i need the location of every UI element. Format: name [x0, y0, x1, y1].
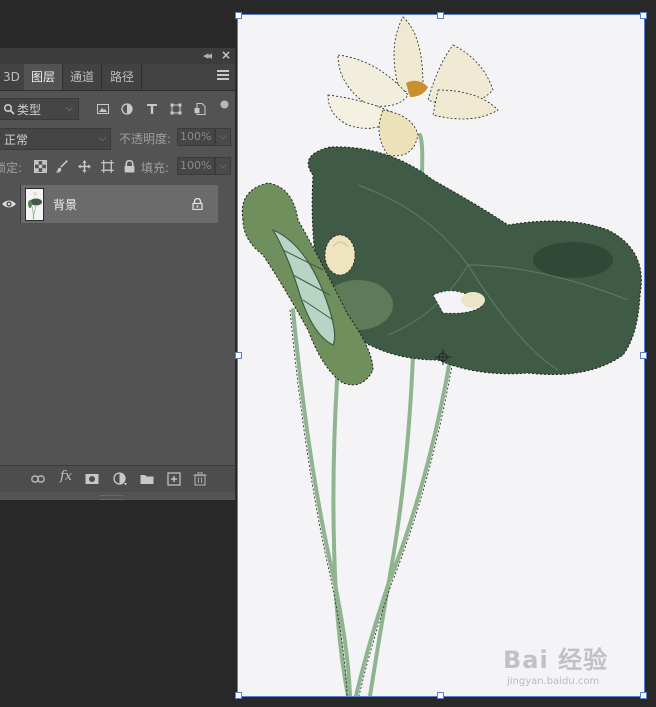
adjustment-layer-filter-icon[interactable]: [121, 103, 133, 115]
transform-handle-bottom-left[interactable]: [235, 692, 242, 699]
add-mask-icon[interactable]: [85, 472, 99, 486]
new-layer-icon[interactable]: [167, 472, 181, 486]
filter-toggle-icon[interactable]: [220, 100, 229, 109]
filter-kind-label: 类型: [17, 103, 42, 117]
lotus-artwork: [241, 16, 642, 696]
folder-icon[interactable]: [140, 472, 154, 486]
hamburger-menu-icon[interactable]: [217, 68, 229, 82]
panel-title-bar: ◂◂ ×: [0, 48, 235, 65]
lock-transparent-pixels-icon[interactable]: [34, 160, 47, 173]
trash-icon[interactable]: [193, 472, 207, 486]
tab-channels[interactable]: 通道: [63, 64, 103, 90]
layer-thumbnail: [25, 188, 44, 221]
blend-mode-value: 正常: [4, 133, 29, 147]
lotus-bud: [324, 234, 356, 276]
visibility-toggle[interactable]: [0, 185, 21, 223]
blend-mode-select[interactable]: 正常 ⌵: [0, 128, 111, 150]
lock-icon[interactable]: [192, 198, 203, 210]
smart-object-filter-icon[interactable]: [194, 103, 206, 115]
opacity-label: 不透明度:: [119, 132, 172, 146]
opacity-input[interactable]: 100%: [177, 128, 215, 146]
lock-all-icon[interactable]: [123, 160, 136, 173]
filter-kind-select[interactable]: 类型 ⌵: [0, 98, 79, 120]
shape-layer-filter-icon[interactable]: [170, 103, 182, 115]
pixel-layer-filter-icon[interactable]: [97, 103, 109, 115]
tab-paths[interactable]: 路径: [103, 64, 143, 90]
document-canvas[interactable]: [237, 14, 645, 697]
panel-resize-grip[interactable]: [100, 495, 124, 500]
panel-tabs: 3D 图层 通道 路径: [0, 64, 235, 91]
transform-handle-bottom[interactable]: [437, 692, 444, 699]
layer-row[interactable]: 背景: [0, 185, 218, 223]
transform-handle-top[interactable]: [437, 12, 444, 19]
move-icon[interactable]: [78, 160, 91, 173]
blend-row: 正常 ⌵ 不透明度: 100% ⌵: [0, 126, 235, 150]
watermark-logo: Bai 经验: [503, 646, 609, 674]
brush-icon[interactable]: [56, 160, 69, 173]
type-layer-filter-icon[interactable]: [146, 103, 158, 115]
eye-icon: [2, 200, 16, 208]
artboard-icon[interactable]: [101, 160, 114, 173]
transform-handle-right[interactable]: [640, 352, 647, 359]
fill-dropdown-button[interactable]: ⌵: [215, 157, 231, 175]
close-icon[interactable]: ×: [221, 48, 231, 62]
opacity-dropdown-button[interactable]: ⌵: [215, 128, 231, 146]
double-chevron-left-icon[interactable]: ◂◂: [203, 49, 212, 62]
transform-handle-top-right[interactable]: [640, 12, 647, 19]
baidu-jingyan-watermark: Bai 经验 jingyan.baidu.com: [503, 640, 643, 700]
watermark-url: jingyan.baidu.com: [507, 676, 600, 687]
tab-layers[interactable]: 图层: [24, 64, 64, 90]
search-icon: [3, 103, 15, 115]
transform-handle-left[interactable]: [235, 352, 242, 359]
layers-panel: ◂◂ × 3D 图层 通道 路径 类型 ⌵ 正常 ⌵ 不透明度: 100% ⌵ …: [0, 48, 236, 500]
new-adjustment-layer-icon[interactable]: [113, 472, 127, 486]
fill-input[interactable]: 100%: [177, 157, 215, 175]
lotus-thumbnail-image: [26, 189, 43, 220]
layer-name[interactable]: 背景: [53, 196, 77, 213]
transform-handle-top-left[interactable]: [235, 12, 242, 19]
chevron-down-icon: ⌵: [66, 104, 73, 114]
layers-list: 背景: [0, 180, 235, 465]
layer-filter-row: 类型 ⌵: [0, 96, 235, 122]
fill-label: 填充:: [141, 161, 170, 175]
link-layers-icon[interactable]: [31, 472, 45, 486]
lock-label: 锁定:: [0, 161, 23, 175]
panel-bottom-bar: fx: [0, 465, 235, 492]
fx-icon[interactable]: fx: [60, 469, 72, 484]
lock-row: 锁定: 填充: 100% ⌵: [0, 154, 235, 178]
chevron-down-icon: ⌵: [99, 134, 106, 144]
